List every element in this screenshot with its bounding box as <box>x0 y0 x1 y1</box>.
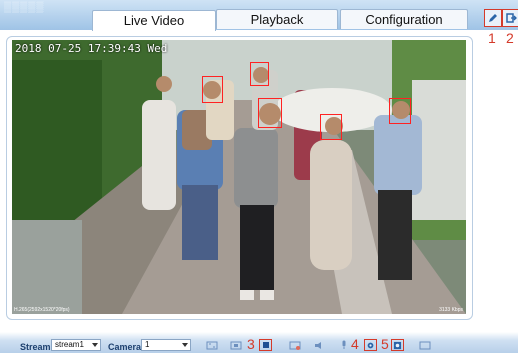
camera-label: Camera <box>108 342 142 352</box>
exit-icon <box>506 13 517 23</box>
camera-select-value: 1 <box>145 340 150 349</box>
tab-live-video[interactable]: Live Video <box>92 10 216 31</box>
speaker-icon <box>314 341 321 349</box>
snapshot-button[interactable] <box>288 339 301 351</box>
snapshot-icon <box>289 341 300 350</box>
face-detection-box <box>320 114 342 140</box>
tab-configuration[interactable]: Configuration <box>340 9 468 29</box>
brand-logo: ▒▒▒▒▒ <box>4 2 45 13</box>
face-detection-box <box>250 62 269 86</box>
callout-marker: 5 <box>381 336 389 352</box>
audio-button[interactable] <box>312 339 325 351</box>
face-detect-icon <box>393 341 402 349</box>
callout-marker: 3 <box>247 336 255 352</box>
edit-button[interactable] <box>484 9 502 27</box>
callout-marker: 2 <box>506 30 514 46</box>
fullscreen-icon <box>419 341 430 349</box>
exit-button[interactable] <box>502 9 518 27</box>
face-detection-box <box>389 98 411 124</box>
callout-marker: 4 <box>351 336 359 352</box>
fullscreen-button[interactable] <box>418 339 431 351</box>
fit-window-icon <box>206 341 217 349</box>
microphone-icon <box>342 340 345 349</box>
codec-info: H.265(2592x1520*20fps) <box>14 307 70 313</box>
ptz-settings-button[interactable] <box>364 339 377 351</box>
stream-select[interactable]: stream1 <box>51 339 101 351</box>
chevron-down-icon <box>92 343 98 347</box>
edit-icon <box>489 14 497 22</box>
osd-timestamp: 2018 07-25 17:39:43 Wed <box>15 42 168 55</box>
callout-marker: 1 <box>488 30 496 46</box>
camera-scene <box>12 40 466 314</box>
face-detection-box <box>202 76 223 103</box>
bitrate-readout: 3133 Kbps <box>439 307 463 313</box>
stream-select-value: stream1 <box>55 340 84 349</box>
camera-select[interactable]: 1 <box>141 339 191 351</box>
face-detection-box <box>258 98 282 128</box>
gear-icon <box>367 342 374 348</box>
chevron-down-icon <box>182 343 188 347</box>
live-video-view[interactable]: 2018 07-25 17:39:43 Wed H.265(2592x1520*… <box>12 40 466 314</box>
fit-window-button[interactable] <box>205 339 218 351</box>
stop-icon <box>262 342 269 348</box>
stream-label: Stream <box>20 342 51 352</box>
microphone-button[interactable] <box>337 339 350 351</box>
stop-button[interactable] <box>259 339 272 351</box>
original-size-icon <box>230 341 241 349</box>
face-capture-button[interactable] <box>391 339 404 351</box>
tab-playback[interactable]: Playback <box>216 9 338 29</box>
original-size-button[interactable] <box>229 339 242 351</box>
